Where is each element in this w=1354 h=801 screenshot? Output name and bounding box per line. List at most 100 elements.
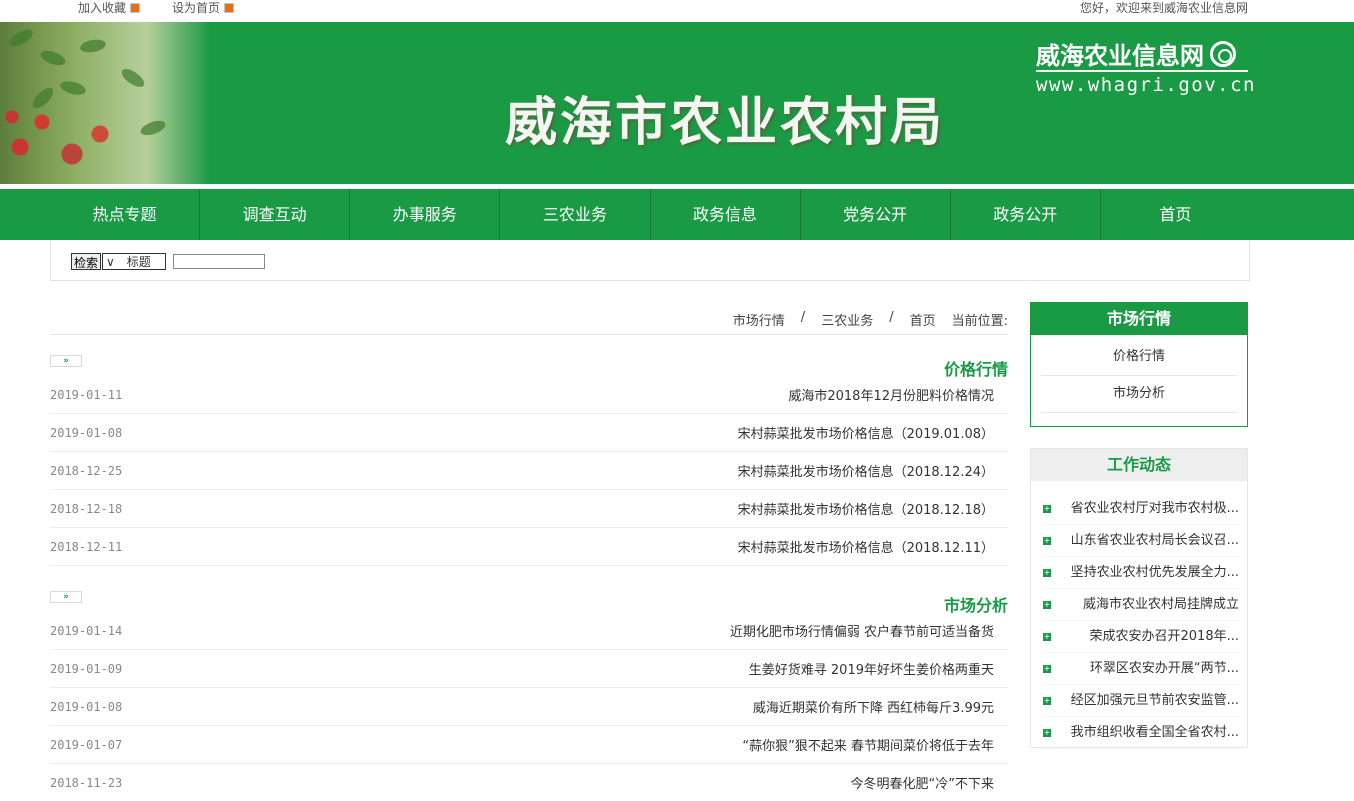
item-date: 2018-12-18 [50, 501, 123, 516]
news-item-title[interactable]: 坚持农业农村优先发展全力... [1071, 557, 1239, 588]
news-item[interactable]: + 坚持农业农村优先发展全力... [1043, 557, 1239, 589]
breadcrumb-agri-business[interactable]: 三农业务 [821, 310, 873, 329]
logo-emblem-icon [1210, 40, 1236, 67]
breadcrumb-home[interactable]: 首页 [910, 310, 936, 329]
site-name: 威海农业信息网 [1036, 42, 1204, 70]
news-item[interactable]: + 我市组织收看全国全省农村... [1043, 717, 1239, 749]
nav-item-party-affairs[interactable]: 党务公开 [801, 189, 951, 240]
list-item[interactable]: 2019-01-09 生姜好货难寻 2019年好坏生姜价格两重天 [50, 650, 1008, 688]
nav-item-home[interactable]: 首页 [1101, 189, 1250, 240]
plus-icon: + [1043, 567, 1051, 577]
nav-items: 热点专题 调查互动 办事服务 三农业务 政务信息 党务公开 政务公开 首页 [50, 189, 1250, 240]
top-links: 加入收藏 设为首页 [78, 0, 235, 16]
sidebar-item-analysis[interactable]: 市场分析 [1041, 376, 1237, 413]
more-button[interactable]: » [50, 591, 82, 603]
item-date: 2019-01-08 [50, 425, 123, 440]
apple-tree-photo [0, 22, 210, 184]
list-item[interactable]: 2019-01-14 近期化肥市场行情偏弱 农户春节前可适当备货 [50, 612, 1008, 650]
nav-item-survey[interactable]: 调查互动 [200, 189, 351, 240]
news-item-title[interactable]: 荣成农安办召开2018年... [1090, 621, 1239, 652]
plus-icon: + [1043, 503, 1051, 513]
search-select-value: 标题 [126, 255, 151, 269]
news-item-title[interactable]: 环翠区农安办开展“两节... [1090, 653, 1239, 684]
news-item-title[interactable]: 省农业农村厅对我市农村极... [1071, 493, 1239, 524]
list-item[interactable]: 2018-11-23 今冬明春化肥“冷”不下来 [50, 764, 1008, 801]
item-title[interactable]: 宋村蒜菜批发市场价格信息（2019.01.08） [738, 423, 1008, 442]
news-item[interactable]: + 山东省农业农村局长会议召... [1043, 525, 1239, 557]
list-item[interactable]: 2019-01-11 威海市2018年12月份肥料价格情况 [50, 376, 1008, 414]
list-item[interactable]: 2018-12-11 宋村蒜菜批发市场价格信息（2018.12.11） [50, 528, 1008, 566]
main-nav: 热点专题 调查互动 办事服务 三农业务 政务信息 党务公开 政务公开 首页 [0, 189, 1354, 240]
news-item-title[interactable]: 我市组织收看全国全省农村... [1071, 717, 1239, 748]
plus-icon: + [1043, 599, 1051, 609]
price-list: 2019-01-11 威海市2018年12月份肥料价格情况 2019-01-08 宋… [50, 376, 1008, 566]
set-homepage-link[interactable]: 设为首页 [172, 0, 235, 16]
news-item[interactable]: + 威海市农业农村局挂牌成立 [1043, 589, 1239, 621]
banner-title: 威海市农业农村局 [505, 92, 946, 153]
item-title[interactable]: 宋村蒜菜批发市场价格信息（2018.12.24） [738, 461, 1008, 480]
list-item[interactable]: 2019-01-07 “蒜你狠”狠不起来 春节期间菜价将低于去年 [50, 726, 1008, 764]
news-item-title[interactable]: 经区加强元旦节前农安监管... [1071, 685, 1239, 716]
list-item[interactable]: 2019-01-08 宋村蒜菜批发市场价格信息（2019.01.08） [50, 414, 1008, 452]
square-icon [224, 2, 235, 13]
breadcrumb-separator: / [889, 310, 894, 325]
set-homepage-label: 设为首页 [172, 1, 221, 15]
search-field-select[interactable]: ∨ 标题 [102, 253, 166, 270]
sidebar-item-price[interactable]: 价格行情 [1041, 339, 1237, 376]
bookmark-label: 加入收藏 [78, 1, 127, 15]
market-sidebar-title: 市场行情 [1031, 303, 1247, 335]
nav-item-gov-info[interactable]: 政务信息 [651, 189, 801, 240]
list-item[interactable]: 2018-12-18 宋村蒜菜批发市场价格信息（2018.12.18） [50, 490, 1008, 528]
item-title[interactable]: 近期化肥市场行情偏弱 农户春节前可适当备货 [730, 621, 1008, 640]
breadcrumb-prefix: 当前位置: [951, 314, 1008, 329]
item-title[interactable]: 今冬明春化肥“冷”不下来 [851, 773, 1008, 792]
plus-icon: + [1043, 631, 1051, 641]
item-date: 2019-01-09 [50, 661, 123, 676]
plus-icon: + [1043, 695, 1051, 705]
item-title[interactable]: 宋村蒜菜批发市场价格信息（2018.12.18） [738, 499, 1008, 518]
square-icon [130, 2, 141, 13]
search-input[interactable] [173, 254, 265, 269]
market-sidebar-box: 市场行情 价格行情 市场分析 [1030, 302, 1248, 427]
header-banner: 威海市农业农村局 威海农业信息网 www.whagri.gov.cn [0, 22, 1354, 184]
item-title[interactable]: 生姜好货难寻 2019年好坏生姜价格两重天 [749, 659, 1008, 678]
nav-item-services[interactable]: 办事服务 [350, 189, 501, 240]
plus-icon: + [1043, 663, 1051, 673]
top-bar: 加入收藏 设为首页 您好，欢迎来到威海农业信息网 [0, 0, 1354, 16]
list-item[interactable]: 2018-12-25 宋村蒜菜批发市场价格信息（2018.12.24） [50, 452, 1008, 490]
news-item[interactable]: + 环翠区农安办开展“两节... [1043, 653, 1239, 685]
item-title[interactable]: “蒜你狠”狠不起来 春节期间菜价将低于去年 [742, 735, 1008, 754]
news-item[interactable]: + 省农业农村厅对我市农村极... [1043, 493, 1239, 525]
news-item-title[interactable]: 山东省农业农村局长会议召... [1071, 525, 1239, 556]
site-url: www.whagri.gov.cn [1036, 74, 1256, 96]
more-button[interactable]: » [50, 355, 82, 367]
welcome-text: 您好，欢迎来到威海农业信息网 [1080, 1, 1249, 15]
logo-divider [1036, 70, 1248, 72]
work-news-title: 工作动态 [1031, 449, 1247, 481]
chevron-down-icon: ∨ [106, 254, 115, 269]
item-title[interactable]: 威海近期菜价有所下降 西红柿每斤3.99元 [753, 697, 1008, 716]
item-date: 2019-01-08 [50, 699, 123, 714]
breadcrumb-separator: / [800, 310, 806, 325]
news-item[interactable]: + 荣成农安办召开2018年... [1043, 621, 1239, 653]
news-item[interactable]: + 经区加强元旦节前农安监管... [1043, 685, 1239, 717]
plus-icon: + [1043, 727, 1051, 737]
nav-item-hot-topics[interactable]: 热点专题 [50, 189, 201, 240]
bookmark-link[interactable]: 加入收藏 [78, 0, 141, 16]
list-item[interactable]: 2019-01-08 威海近期菜价有所下降 西红柿每斤3.99元 [50, 688, 1008, 726]
nav-item-gov-affairs[interactable]: 政务公开 [951, 189, 1101, 240]
item-title[interactable]: 宋村蒜菜批发市场价格信息（2018.12.11） [738, 537, 1008, 556]
search-bar: 检索 ∨ 标题 [50, 240, 1250, 281]
analysis-list: 2019-01-14 近期化肥市场行情偏弱 农户春节前可适当备货 2019-01-… [50, 612, 1008, 801]
site-logo[interactable]: 威海农业信息网 [1036, 36, 1236, 71]
item-title[interactable]: 威海市2018年12月份肥料价格情况 [788, 385, 1008, 404]
item-date: 2019-01-07 [50, 737, 123, 752]
item-date: 2019-01-11 [50, 387, 123, 402]
item-date: 2018-12-25 [50, 463, 123, 478]
item-date: 2018-12-11 [50, 539, 123, 554]
search-button[interactable]: 检索 [71, 253, 102, 270]
nav-item-agri-business[interactable]: 三农业务 [500, 189, 651, 240]
work-news-box: 工作动态 + 省农业农村厅对我市农村极... + 山东省农业农村局长会议召... +… [1030, 448, 1248, 749]
work-news-list: + 省农业农村厅对我市农村极... + 山东省农业农村局长会议召... + 坚持农业农… [1043, 493, 1239, 749]
news-item-title[interactable]: 威海市农业农村局挂牌成立 [1083, 589, 1239, 620]
